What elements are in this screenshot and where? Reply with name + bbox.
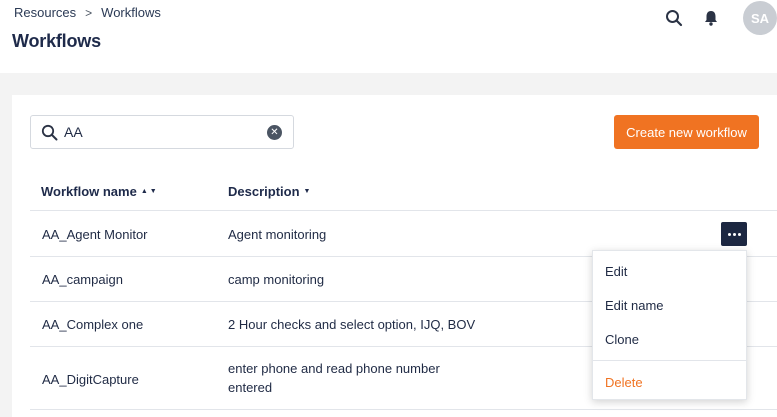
column-header-description[interactable]: Description ▼ (228, 184, 310, 199)
search-icon[interactable] (665, 9, 683, 27)
row-divider (30, 210, 777, 211)
description-cell: 2 Hour checks and select option, IJQ, BO… (228, 317, 476, 332)
column-header-label: Description (228, 184, 300, 199)
menu-divider (593, 360, 746, 361)
sort-icon[interactable]: ▼ (304, 188, 311, 195)
row-actions-menu: Edit Edit name Clone Delete (592, 250, 747, 400)
bell-icon[interactable] (702, 9, 720, 27)
page-title: Workflows (12, 31, 101, 51)
avatar[interactable]: SA (743, 1, 777, 35)
breadcrumb: Resources > Workflows (14, 5, 161, 20)
column-header-workflow-name[interactable]: Workflow name ▲ ▼ (41, 184, 157, 199)
workflow-name-cell[interactable]: AA_DigitCapture (42, 370, 139, 389)
workflow-name-cell[interactable]: AA_Agent Monitor (42, 225, 148, 244)
search-input-icon (41, 124, 58, 146)
breadcrumb-separator: > (85, 5, 93, 20)
menu-item-delete[interactable]: Delete (605, 375, 643, 390)
page-header: Resources > Workflows Workflows SA (0, 0, 777, 73)
description-cell: Agent monitoring (228, 227, 327, 242)
workflow-name-cell[interactable]: AA_Complex one (42, 315, 143, 334)
breadcrumb-workflows: Workflows (101, 5, 161, 20)
menu-item-edit-name[interactable]: Edit name (605, 298, 664, 313)
sort-icon[interactable]: ▲ ▼ (141, 188, 157, 195)
search-input[interactable] (64, 122, 254, 142)
description-cell: camp monitoring (228, 272, 325, 287)
create-new-workflow-button[interactable]: Create new workflow (614, 115, 759, 149)
breadcrumb-resources[interactable]: Resources (14, 5, 76, 20)
clear-search-icon[interactable]: ✕ (267, 125, 282, 140)
workflow-name-cell[interactable]: AA_campaign (42, 270, 123, 289)
menu-item-edit[interactable]: Edit (605, 264, 627, 279)
row-divider (30, 409, 777, 410)
search-field[interactable]: ✕ (30, 115, 294, 149)
row-actions-button[interactable] (721, 222, 747, 246)
menu-item-clone[interactable]: Clone (605, 332, 639, 347)
description-cell: enter phone and read phone number entere… (228, 361, 440, 395)
column-header-label: Workflow name (41, 184, 137, 199)
